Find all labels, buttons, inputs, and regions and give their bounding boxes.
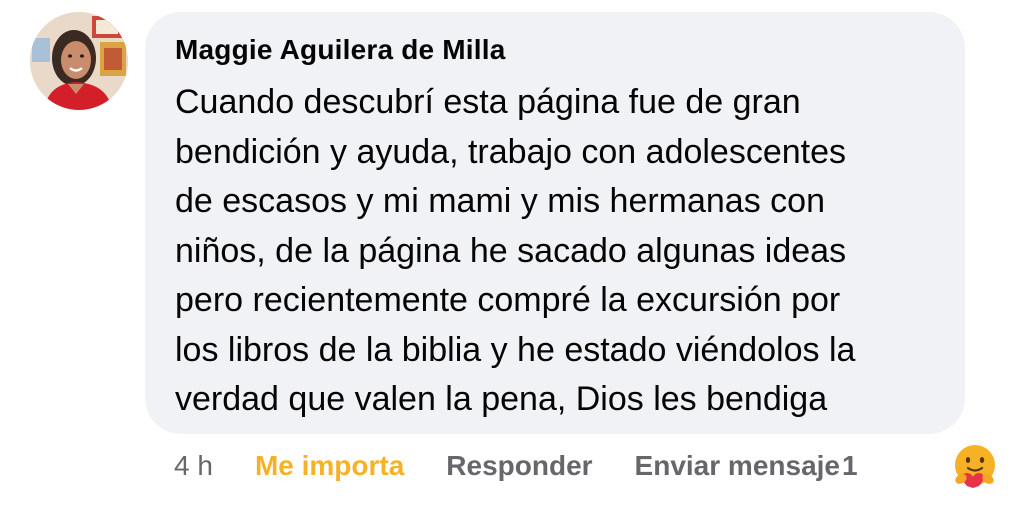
comment-actions: 4 h Me importa Responder Enviar mensaje … <box>174 444 858 488</box>
timestamp[interactable]: 4 h <box>174 450 213 482</box>
comment-text-line: bendición y ayuda, trabajo con adolescen… <box>175 132 847 171</box>
avatar[interactable] <box>30 12 128 110</box>
comment-text-line: verdad que valen la pena, Dios les bendi… <box>175 380 828 418</box>
reaction-button[interactable]: Me importa <box>255 450 404 482</box>
comment-text: Cuando descubrí esta página fue de gran … <box>175 78 945 425</box>
author-name[interactable]: Maggie Aguilera de Milla <box>175 34 506 66</box>
reaction-count[interactable]: 1 <box>842 450 858 482</box>
send-message-button[interactable]: Enviar mensaje <box>635 450 840 482</box>
comment-item: Maggie Aguilera de Milla Cuando descubrí… <box>0 0 1024 510</box>
comment-text-line: Cuando descubrí esta página fue de gran <box>175 83 801 121</box>
comment-text-line: de escasos y mi mami y mis hermanas con <box>175 182 825 220</box>
comment-text-line: pero recientemente compré la excursión p… <box>175 281 841 319</box>
profile-photo <box>30 12 128 110</box>
comment-text-line: los libros de la biblia y he estado vién… <box>175 330 856 369</box>
comment-text-line: niños, de la página he sacado algunas id… <box>175 231 847 270</box>
care-hug-emoji-icon[interactable] <box>952 442 998 488</box>
comment-bubble: Maggie Aguilera de Milla Cuando descubrí… <box>145 12 965 434</box>
reply-button[interactable]: Responder <box>446 450 592 482</box>
